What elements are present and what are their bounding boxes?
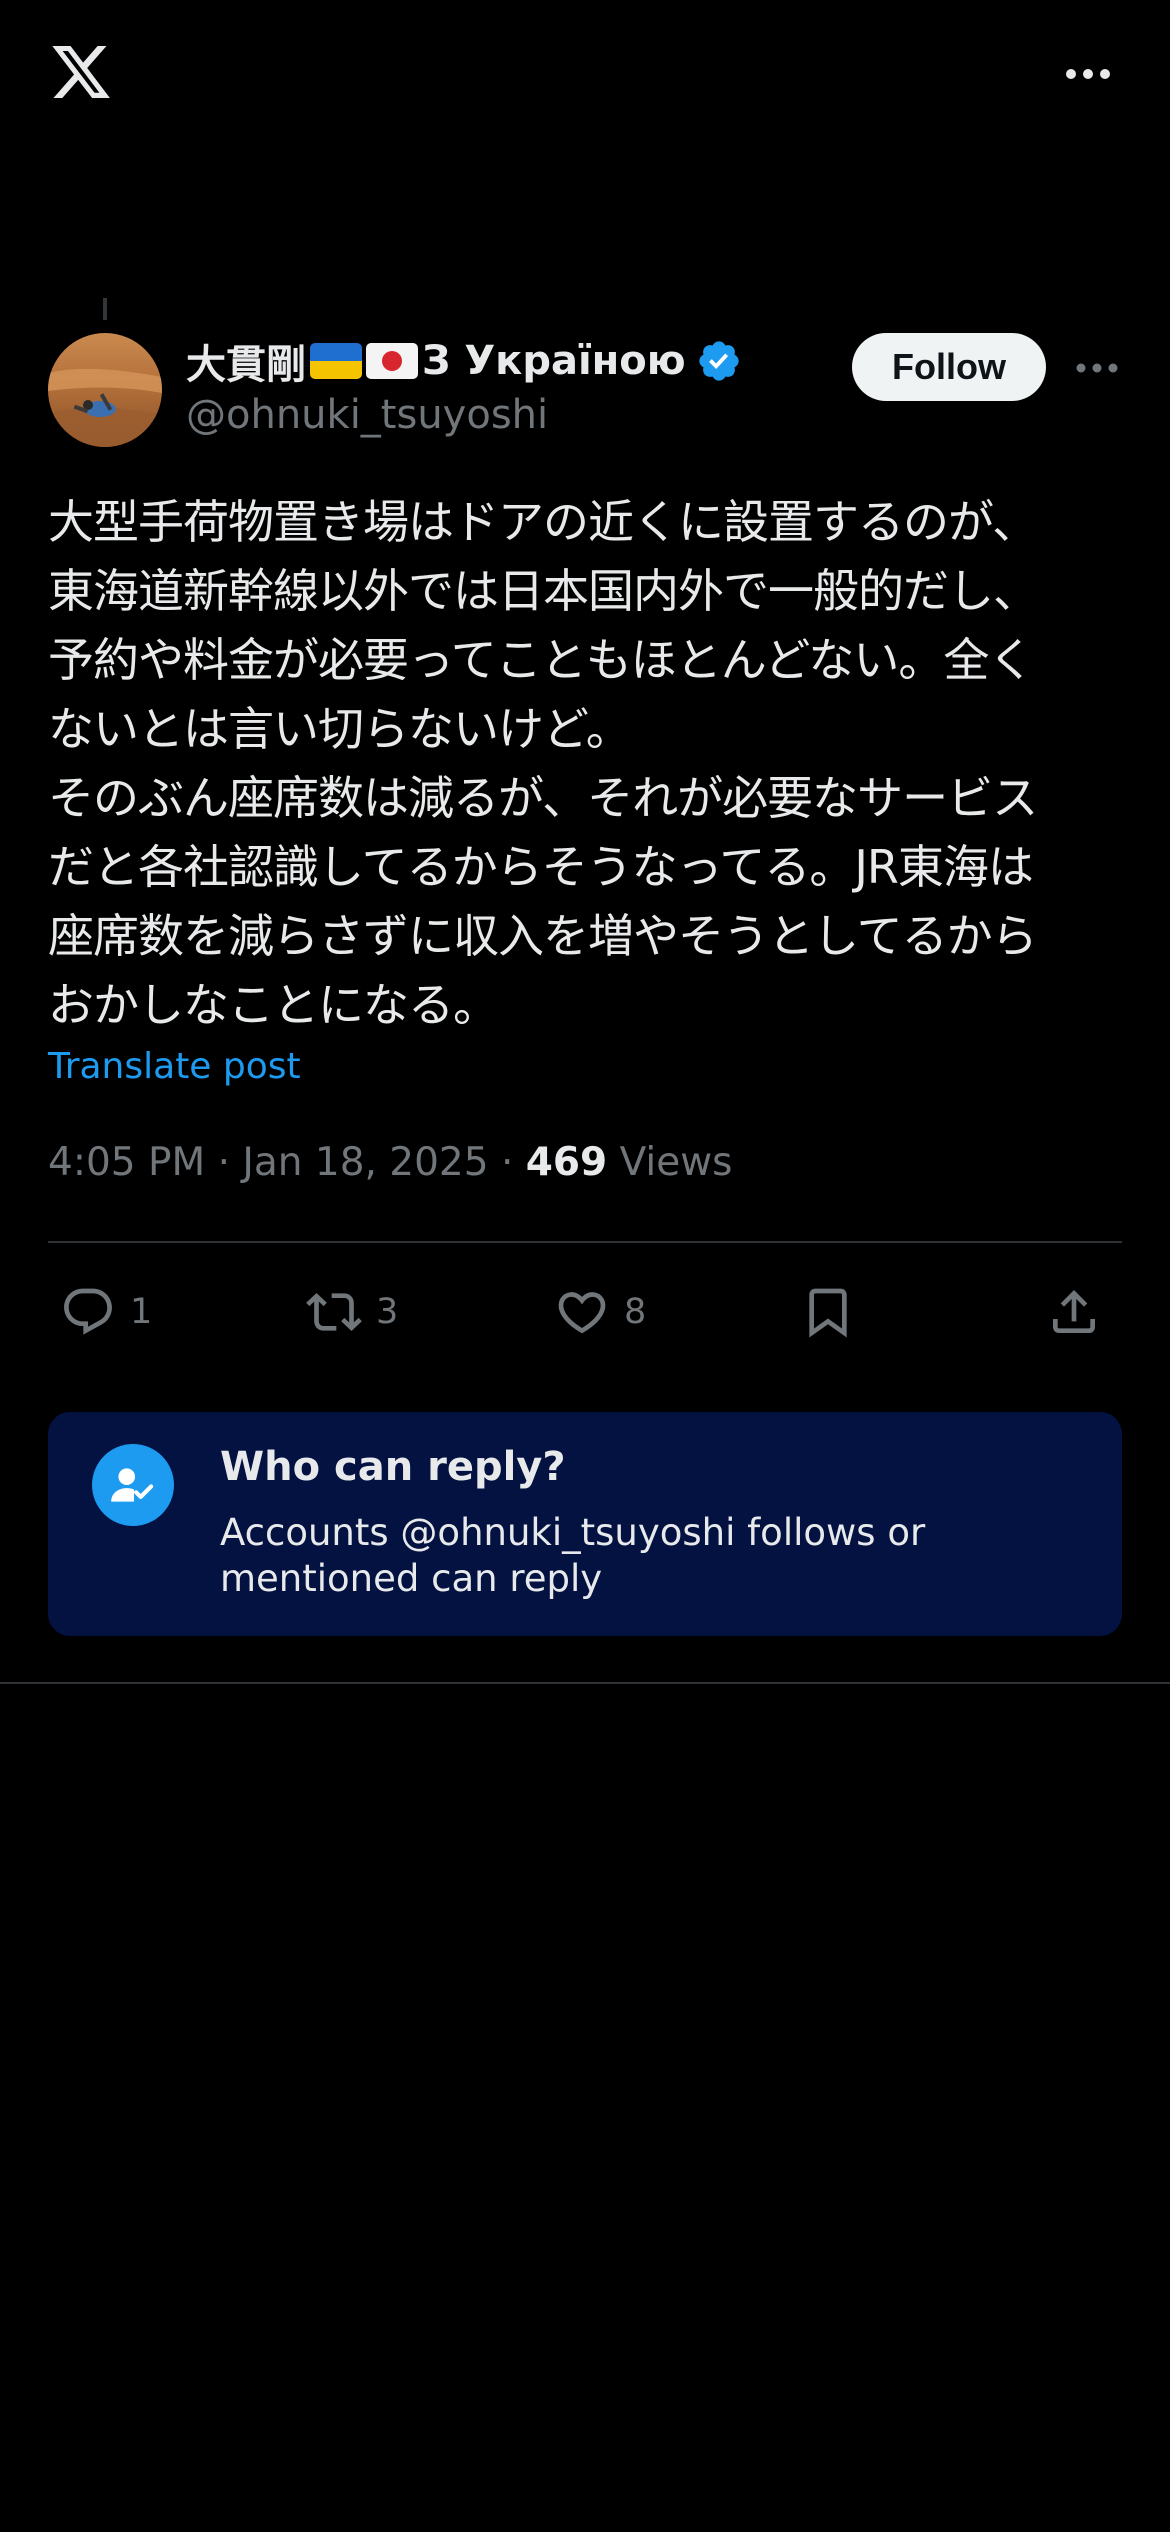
repost-icon — [306, 1293, 362, 1331]
follow-button[interactable]: Follow — [852, 333, 1046, 401]
more-horizontal-icon — [1076, 363, 1118, 373]
author-name-suffix: З Україною — [422, 338, 686, 384]
post-text: 大型手荷物置き場はドアの近くに設置するのが、 東海道新幹線以外では日本国内外で一… — [48, 488, 1128, 1040]
post-more-button[interactable] — [1070, 350, 1124, 386]
meta-separator: · — [217, 1140, 230, 1185]
share-button[interactable] — [1046, 1270, 1102, 1354]
like-button[interactable]: 8 — [554, 1270, 646, 1354]
repost-count: 3 — [376, 1292, 399, 1332]
translate-post-link[interactable]: Translate post — [48, 1046, 301, 1087]
top-bar — [0, 0, 1170, 150]
post-text-line: 予約や料金が必要ってこともほとんどない。全く — [48, 633, 1034, 687]
share-icon — [1053, 1290, 1095, 1333]
reply-button[interactable]: 1 — [60, 1270, 152, 1354]
post-time[interactable]: 4:05 PM — [48, 1140, 205, 1185]
post-text-line: 座席数を減らさずに収入を増やそうとしてるから — [48, 909, 1038, 963]
verified-badge-icon — [699, 341, 739, 381]
reply-count: 1 — [130, 1292, 153, 1332]
views-label: Views — [619, 1140, 733, 1185]
ukraine-flag-icon — [310, 343, 362, 379]
action-bar: 1 3 8 — [48, 1270, 1122, 1354]
thread-connector — [103, 298, 107, 320]
post-text-line: 東海道新幹線以外では日本国内外で一般的だし、 — [48, 564, 1039, 618]
post-text-line: おかしなことになる。 — [48, 978, 499, 1032]
x-logo-icon[interactable] — [48, 40, 114, 104]
divider — [0, 1682, 1170, 1684]
author-name-row[interactable]: 大貫剛 З Україною — [186, 330, 742, 392]
avatar-image — [48, 333, 162, 447]
post-text-line: 大型手荷物置き場はドアの近くに設置するのが、 — [48, 495, 1038, 549]
post-text-line: そのぶん座席数は減るが、それが必要なサービス — [48, 771, 1038, 825]
views-count: 469 — [525, 1140, 608, 1185]
post-text-line: だと各社認識してるからそうなってる。JR東海は — [48, 840, 1034, 894]
reply-icon — [64, 1288, 112, 1335]
divider — [48, 1241, 1122, 1243]
repost-button[interactable]: 3 — [306, 1270, 398, 1354]
who-can-reply-card: Who can reply? Accounts @ohnuki_tsuyoshi… — [48, 1412, 1122, 1636]
reply-restriction-icon — [92, 1444, 174, 1526]
like-count: 8 — [624, 1292, 647, 1332]
who-can-reply-title: Who can reply? — [220, 1444, 566, 1490]
post-meta: 4:05 PM · Jan 18, 2025 · 469 Views — [48, 1140, 732, 1185]
bookmark-button[interactable] — [800, 1270, 856, 1354]
heart-icon — [558, 1292, 606, 1334]
bookmark-icon — [809, 1288, 847, 1338]
japan-flag-icon — [366, 343, 418, 379]
meta-separator: · — [500, 1140, 514, 1185]
who-can-reply-description: Accounts @ohnuki_tsuyoshi follows or men… — [220, 1511, 926, 1600]
avatar[interactable] — [48, 333, 162, 447]
more-options-button[interactable] — [1058, 56, 1118, 92]
author-display-name: 大貫剛 — [186, 342, 306, 388]
more-horizontal-icon — [1066, 69, 1110, 79]
post-date[interactable]: Jan 18, 2025 — [242, 1140, 488, 1185]
post-text-line: ないとは言い切らないけど。 — [48, 702, 632, 756]
author-handle[interactable]: @ohnuki_tsuyoshi — [186, 392, 548, 438]
